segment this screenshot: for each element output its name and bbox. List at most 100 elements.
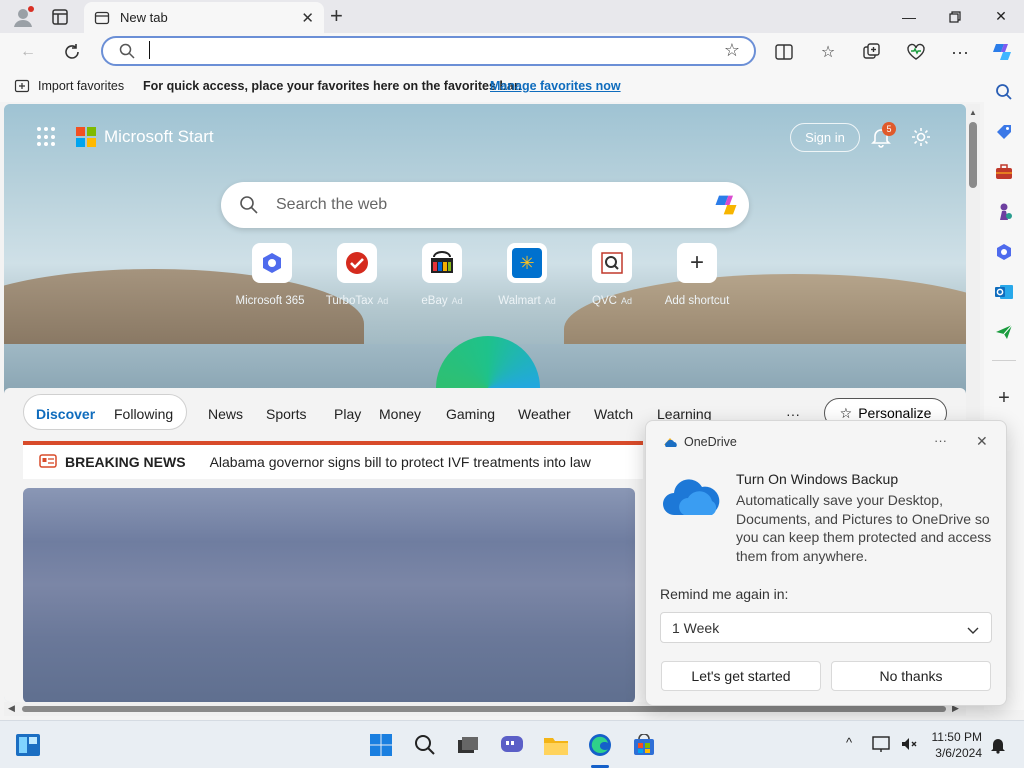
profile-icon[interactable]: [12, 6, 34, 28]
refresh-icon[interactable]: [60, 40, 84, 64]
tab-play[interactable]: Play: [334, 406, 361, 422]
remind-select[interactable]: 1 Week: [660, 612, 992, 643]
tab-discover[interactable]: Discover: [36, 406, 95, 422]
onedrive-more-button[interactable]: ···: [934, 433, 947, 448]
clock-date: 3/6/2024: [935, 746, 982, 760]
games-chess-icon[interactable]: [992, 200, 1016, 224]
copilot-icon[interactable]: [711, 191, 741, 224]
file-explorer-icon[interactable]: [542, 731, 570, 759]
start-button-icon[interactable]: [367, 731, 395, 759]
tile-turbotax[interactable]: TurboTax Ad: [312, 243, 402, 307]
teams-chat-icon[interactable]: [498, 731, 526, 759]
app-launcher-icon[interactable]: [37, 127, 57, 147]
scroll-left-icon[interactable]: ◀: [8, 703, 15, 714]
taskbar: ^ 11:50 PM 3/6/2024: [0, 720, 1024, 768]
address-input[interactable]: [149, 41, 150, 59]
microsoft-365-icon: [252, 243, 292, 283]
tab-gaming[interactable]: Gaming: [446, 406, 495, 422]
notifications-bell-icon[interactable]: 5: [870, 122, 896, 148]
web-search-input[interactable]: Search the web: [276, 196, 387, 214]
close-window-button[interactable]: ✕: [978, 0, 1024, 33]
import-favorites-icon[interactable]: [14, 78, 30, 97]
clock[interactable]: 11:50 PM 3/6/2024: [930, 729, 982, 761]
toolbar: ← ☆ ☆ ···: [0, 33, 1024, 70]
restore-button[interactable]: [932, 0, 978, 33]
no-thanks-button[interactable]: No thanks: [831, 661, 991, 691]
remind-select-value: 1 Week: [672, 620, 720, 636]
split-screen-icon[interactable]: [772, 40, 796, 64]
minimize-button[interactable]: —: [886, 0, 932, 33]
tab-sports[interactable]: Sports: [266, 406, 306, 422]
widgets-icon[interactable]: [14, 731, 42, 759]
microsoft-365-sidebar-icon[interactable]: [992, 240, 1016, 264]
tools-briefcase-icon[interactable]: [992, 160, 1016, 184]
browser-essentials-icon[interactable]: [904, 40, 928, 64]
web-search-box[interactable]: Search the web: [221, 182, 749, 228]
chevron-down-icon: [967, 622, 979, 638]
tab-actions-icon[interactable]: [50, 7, 70, 27]
tile-ebay[interactable]: eBay Ad: [397, 243, 487, 307]
walmart-icon: ✳: [507, 243, 547, 283]
brand-name: Microsoft Start: [104, 127, 214, 146]
sidebar-search-icon[interactable]: [992, 80, 1016, 104]
new-tab-button[interactable]: +: [330, 4, 352, 28]
tile-microsoft-365[interactable]: Microsoft 365: [227, 243, 317, 307]
tray-chevron-up-icon[interactable]: ^: [846, 735, 852, 750]
news-photo[interactable]: [23, 488, 635, 702]
tab-new-tab[interactable]: New tab ✕: [84, 2, 324, 33]
add-icon: +: [677, 243, 717, 283]
star-icon: ☆: [839, 404, 853, 421]
microsoft-store-icon[interactable]: [630, 731, 658, 759]
tab-weather[interactable]: Weather: [518, 406, 571, 422]
back-icon[interactable]: ←: [16, 40, 40, 64]
onedrive-close-icon[interactable]: ✕: [976, 433, 988, 450]
remind-label: Remind me again in:: [660, 586, 789, 602]
turbotax-icon: [337, 243, 377, 283]
personalize-label: Personalize: [858, 405, 932, 421]
ebay-icon: [422, 243, 462, 283]
tab-following[interactable]: Following: [114, 406, 173, 422]
copilot-icon[interactable]: [990, 40, 1014, 64]
taskbar-search-icon[interactable]: [411, 731, 439, 759]
onedrive-cloud-icon: [662, 477, 720, 520]
settings-more-icon[interactable]: ···: [948, 40, 972, 64]
collections-icon[interactable]: [860, 40, 884, 64]
scroll-up-icon[interactable]: ▲: [969, 108, 977, 117]
page-settings-icon[interactable]: [910, 126, 932, 148]
horizontal-scroll-thumb[interactable]: [22, 706, 946, 712]
tile-qvc[interactable]: QVC Ad: [567, 243, 657, 307]
clock-time: 11:50 PM: [931, 730, 982, 744]
manage-favorites-link[interactable]: Manage favorites now: [490, 79, 621, 93]
qvc-icon: [592, 243, 632, 283]
search-icon: [239, 195, 259, 220]
address-bar[interactable]: ☆: [101, 36, 756, 66]
tile-label: QVC Ad: [592, 295, 632, 307]
tile-walmart[interactable]: ✳ Walmart Ad: [482, 243, 572, 307]
notification-center-icon[interactable]: [990, 736, 1006, 759]
hero-background: Microsoft Start Sign in 5 Search the web…: [4, 104, 966, 440]
volume-muted-icon[interactable]: [900, 735, 918, 758]
brand[interactable]: Microsoft Start: [76, 127, 214, 147]
network-icon[interactable]: [872, 735, 892, 758]
close-tab-icon[interactable]: ✕: [301, 9, 314, 27]
onedrive-title: Turn On Windows Backup: [736, 471, 899, 487]
tab-watch[interactable]: Watch: [594, 406, 633, 422]
import-favorites-link[interactable]: Import favorites: [38, 79, 124, 93]
sign-in-button[interactable]: Sign in: [790, 123, 860, 152]
drop-send-icon[interactable]: [992, 320, 1016, 344]
favorite-star-icon[interactable]: ☆: [724, 40, 740, 61]
sidebar-add-icon[interactable]: +: [992, 386, 1016, 410]
breaking-news-bar[interactable]: BREAKING NEWS Alabama governor signs bil…: [23, 441, 643, 479]
lets-get-started-button[interactable]: Let's get started: [661, 661, 821, 691]
tile-label: Walmart Ad: [498, 295, 556, 307]
vertical-scroll-thumb[interactable]: [969, 122, 977, 188]
favorites-icon[interactable]: ☆: [816, 40, 840, 64]
breaking-news-headline[interactable]: Alabama governor signs bill to protect I…: [210, 454, 591, 470]
tile-add-shortcut[interactable]: + Add shortcut: [652, 243, 742, 307]
shopping-tag-icon[interactable]: [992, 120, 1016, 144]
edge-taskbar-icon[interactable]: [586, 731, 614, 759]
task-view-icon[interactable]: [454, 731, 482, 759]
outlook-icon[interactable]: [992, 280, 1016, 304]
tab-money[interactable]: Money: [379, 406, 421, 422]
tab-news[interactable]: News: [208, 406, 243, 422]
